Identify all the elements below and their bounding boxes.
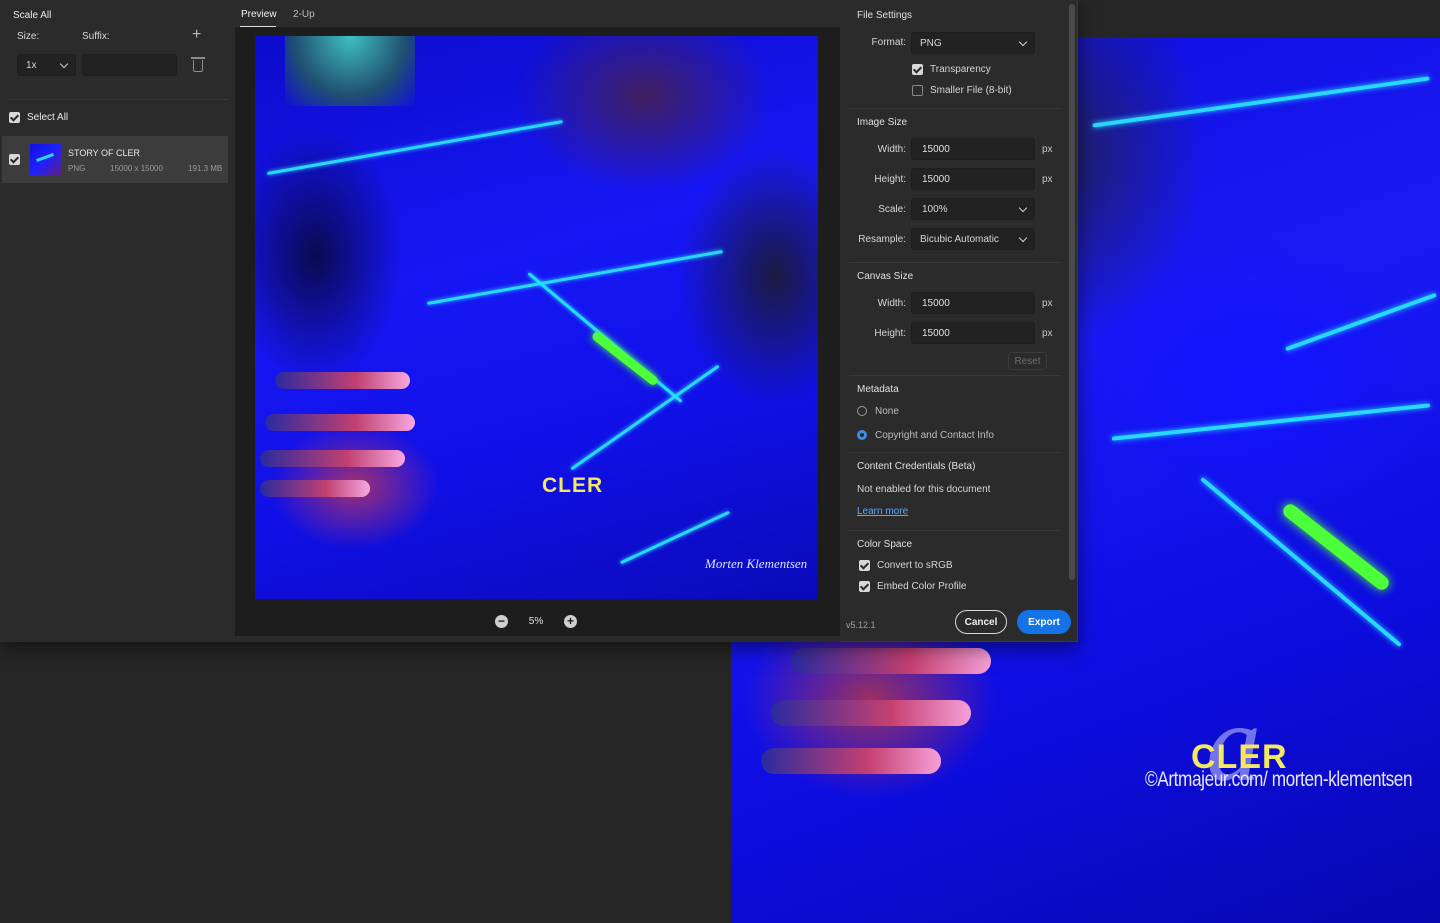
file-thumbnail bbox=[30, 144, 61, 175]
metadata-none-radio[interactable] bbox=[857, 406, 867, 416]
settings-panel: File Settings Format: PNG Transparency S… bbox=[846, 0, 1068, 642]
art-green-streak bbox=[1280, 501, 1392, 593]
resample-label: Resample: bbox=[858, 234, 906, 245]
chevron-down-icon bbox=[1018, 203, 1028, 213]
chevron-down-icon bbox=[1018, 37, 1028, 47]
divider bbox=[849, 452, 1061, 453]
scale-all-heading: Scale All bbox=[13, 10, 52, 21]
file-checkbox[interactable] bbox=[9, 154, 20, 165]
divider bbox=[849, 530, 1061, 531]
divider bbox=[849, 108, 1061, 109]
canvas-height-input[interactable]: 15000 bbox=[911, 322, 1035, 344]
canvas-width-unit: px bbox=[1042, 298, 1053, 309]
divider bbox=[849, 375, 1061, 376]
zoom-level: 5% bbox=[528, 616, 544, 627]
image-width-unit: px bbox=[1042, 144, 1053, 155]
canvas-width-input[interactable]: 15000 bbox=[911, 292, 1035, 314]
smaller-file-label: Smaller File (8-bit) bbox=[930, 85, 1012, 96]
file-dimensions: 15000 x 15000 bbox=[110, 164, 163, 173]
content-credentials-status: Not enabled for this document bbox=[857, 484, 991, 495]
image-height-input[interactable]: 15000 bbox=[911, 168, 1035, 190]
convert-srgb-checkbox[interactable] bbox=[859, 560, 870, 571]
image-size-heading: Image Size bbox=[857, 117, 908, 128]
content-credentials-heading: Content Credentials (Beta) bbox=[857, 461, 976, 472]
scale-label: Scale: bbox=[878, 204, 906, 215]
tab-preview[interactable]: Preview bbox=[241, 9, 277, 20]
art-streak bbox=[1200, 476, 1402, 648]
embed-profile-label: Embed Color Profile bbox=[877, 581, 967, 592]
select-all-label: Select All bbox=[27, 112, 69, 123]
art-streak bbox=[1111, 403, 1431, 441]
tab-2-up[interactable]: 2-Up bbox=[293, 9, 315, 20]
size-select[interactable]: 1x bbox=[17, 54, 76, 76]
canvas-width-label: Width: bbox=[877, 298, 906, 309]
file-format: PNG bbox=[68, 164, 86, 173]
metadata-copyright-radio[interactable] bbox=[857, 430, 867, 440]
suffix-label: Suffix: bbox=[82, 31, 110, 42]
settings-scrollbar[interactable] bbox=[1069, 4, 1075, 580]
art-hand bbox=[731, 640, 991, 840]
add-scale-icon[interactable]: + bbox=[192, 27, 201, 43]
select-all-checkbox[interactable] bbox=[9, 112, 20, 123]
color-space-heading: Color Space bbox=[857, 539, 913, 550]
transparency-checkbox[interactable] bbox=[912, 64, 923, 75]
zoom-in-icon[interactable]: + bbox=[564, 615, 577, 628]
preview-image: CLER Morten Klementsen bbox=[255, 36, 818, 599]
canvas-height-label: Height: bbox=[874, 328, 906, 339]
image-width-input[interactable]: 15000 bbox=[911, 138, 1035, 160]
canvas-height-unit: px bbox=[1042, 328, 1053, 339]
export-as-dialog: Scale All Size: Suffix: + 1x Select All … bbox=[0, 0, 1078, 642]
metadata-heading: Metadata bbox=[857, 384, 899, 395]
resample-value: Bicubic Automatic bbox=[920, 233, 999, 245]
transparency-label: Transparency bbox=[930, 64, 991, 75]
resample-select[interactable]: Bicubic Automatic bbox=[911, 228, 1035, 250]
reset-button[interactable]: Reset bbox=[1008, 352, 1047, 370]
format-value: PNG bbox=[920, 37, 942, 49]
image-height-unit: px bbox=[1042, 174, 1053, 185]
convert-srgb-label: Convert to sRGB bbox=[877, 560, 953, 571]
metadata-none-label: None bbox=[875, 406, 899, 417]
art-green-streak bbox=[590, 330, 660, 387]
version-label: v5.12.1 bbox=[846, 620, 876, 630]
image-height-label: Height: bbox=[874, 174, 906, 185]
file-list-item[interactable]: STORY OF CLER PNG 15000 x 15000 191.3 MB bbox=[2, 136, 228, 183]
file-name: STORY OF CLER bbox=[68, 148, 141, 158]
art-streak bbox=[427, 249, 723, 306]
smaller-file-checkbox[interactable] bbox=[912, 85, 923, 96]
scale-select[interactable]: 100% bbox=[911, 198, 1035, 220]
art-title: CLER bbox=[542, 474, 604, 497]
art-streak bbox=[267, 119, 563, 176]
export-button[interactable]: Export bbox=[1017, 610, 1071, 634]
format-select[interactable]: PNG bbox=[911, 32, 1035, 54]
image-width-label: Width: bbox=[877, 144, 906, 155]
file-settings-heading: File Settings bbox=[857, 10, 913, 21]
cancel-button[interactable]: Cancel bbox=[955, 610, 1007, 634]
size-select-value: 1x bbox=[26, 59, 37, 71]
learn-more-link[interactable]: Learn more bbox=[857, 506, 908, 517]
chevron-down-icon bbox=[1018, 233, 1028, 243]
canvas-size-heading: Canvas Size bbox=[857, 271, 914, 282]
art-signature: Morten Klementsen bbox=[705, 556, 808, 571]
left-panel: Scale All Size: Suffix: + 1x Select All … bbox=[0, 0, 234, 642]
file-size: 191.3 MB bbox=[188, 164, 223, 173]
zoom-out-icon[interactable]: − bbox=[495, 615, 508, 628]
size-label: Size: bbox=[17, 31, 40, 42]
trash-icon[interactable] bbox=[191, 57, 205, 72]
art-streak bbox=[1285, 292, 1437, 352]
desktop-strip bbox=[1078, 0, 1440, 38]
chevron-down-icon bbox=[59, 59, 69, 69]
art-streak bbox=[1092, 76, 1430, 128]
divider bbox=[849, 262, 1061, 263]
embed-profile-checkbox[interactable] bbox=[859, 581, 870, 592]
scale-value: 100% bbox=[922, 203, 948, 215]
metadata-copyright-label: Copyright and Contact Info bbox=[875, 430, 994, 441]
divider bbox=[8, 99, 228, 100]
watermark-text: ©Artmajeur.com/ morten-klementsen bbox=[1145, 768, 1413, 791]
format-label: Format: bbox=[871, 37, 906, 48]
suffix-input[interactable] bbox=[82, 54, 177, 76]
